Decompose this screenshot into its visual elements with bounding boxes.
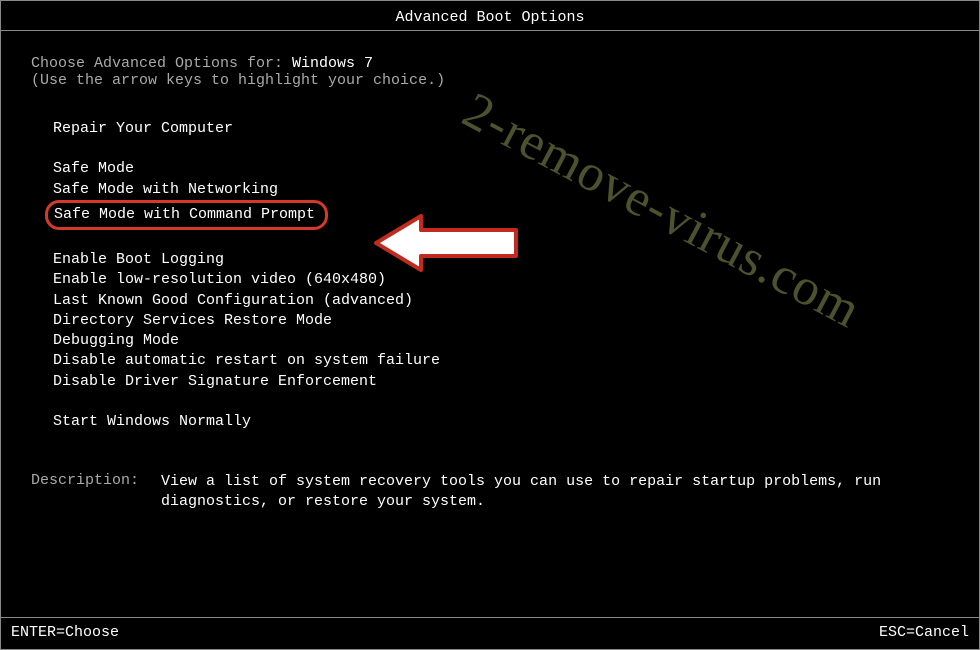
navigation-hint: (Use the arrow keys to highlight your ch…	[31, 72, 949, 89]
menu-debugging[interactable]: Debugging Mode	[53, 331, 179, 351]
boot-menu: Repair Your Computer Safe Mode Safe Mode…	[31, 119, 949, 432]
menu-boot-logging[interactable]: Enable Boot Logging	[53, 250, 224, 270]
description-text: View a list of system recovery tools you…	[161, 472, 949, 513]
menu-ds-restore[interactable]: Directory Services Restore Mode	[53, 311, 332, 331]
menu-group-repair: Repair Your Computer	[53, 119, 949, 139]
menu-group-normal: Start Windows Normally	[53, 412, 949, 432]
menu-safe-mode-networking[interactable]: Safe Mode with Networking	[53, 180, 278, 200]
menu-start-normally[interactable]: Start Windows Normally	[53, 412, 251, 432]
footer-bar: ENTER=Choose ESC=Cancel	[1, 617, 979, 649]
choose-prefix: Choose Advanced Options for:	[31, 55, 292, 72]
footer-enter: ENTER=Choose	[11, 624, 119, 641]
footer-esc: ESC=Cancel	[879, 624, 969, 641]
menu-disable-driver-sig[interactable]: Disable Driver Signature Enforcement	[53, 372, 377, 392]
menu-safe-mode-cmd[interactable]: Safe Mode with Command Prompt	[45, 200, 328, 230]
menu-last-known-good[interactable]: Last Known Good Configuration (advanced)	[53, 291, 413, 311]
menu-repair-computer[interactable]: Repair Your Computer	[53, 119, 233, 139]
os-name: Windows 7	[292, 55, 373, 72]
menu-disable-auto-restart[interactable]: Disable automatic restart on system fail…	[53, 351, 440, 371]
choose-label: Choose Advanced Options for: Windows 7	[31, 55, 949, 72]
description-row: Description: View a list of system recov…	[31, 472, 949, 513]
screen-title: Advanced Boot Options	[395, 9, 584, 26]
title-bar: Advanced Boot Options	[1, 1, 979, 31]
menu-safe-mode[interactable]: Safe Mode	[53, 159, 134, 179]
menu-low-res-video[interactable]: Enable low-resolution video (640x480)	[53, 270, 386, 290]
highlight-arrow-icon	[371, 213, 531, 273]
boot-options-screen: Advanced Boot Options Choose Advanced Op…	[0, 0, 980, 650]
description-label: Description:	[31, 472, 161, 513]
